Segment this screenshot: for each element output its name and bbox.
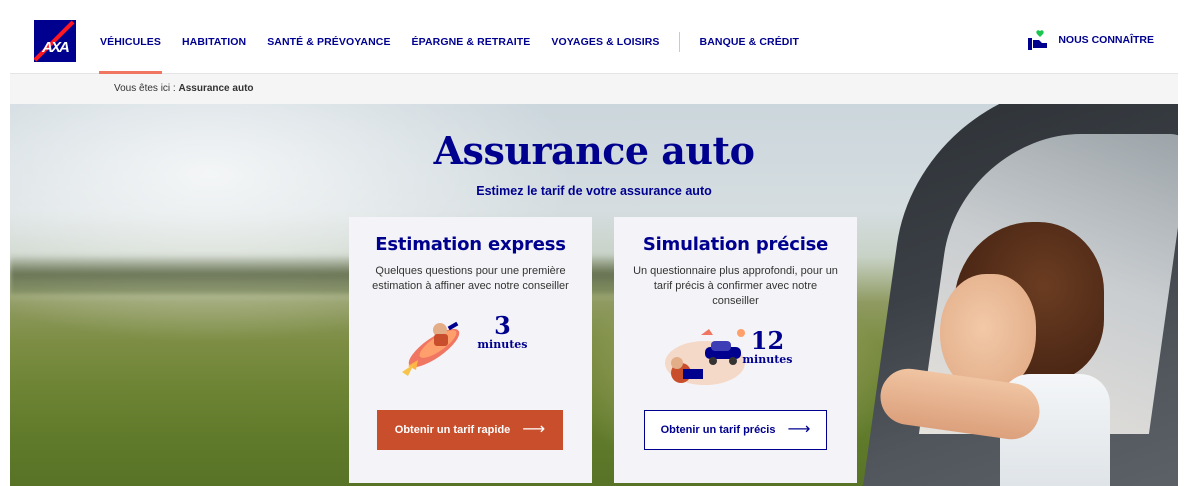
get-quick-quote-button[interactable]: Obtenir un tarif rapide ⟶ <box>377 410 563 450</box>
nav-item-vehicules[interactable]: VÉHICULES <box>99 33 162 74</box>
card-title: Simulation précise <box>642 234 829 255</box>
duration-number: 3 <box>494 311 511 340</box>
nav-item-sante-prevoyance[interactable]: SANTÉ & PRÉVOYANCE <box>267 33 390 51</box>
arrow-right-icon: ⟶ <box>787 421 811 438</box>
logo-text: AXA <box>42 39 70 56</box>
nav-divider <box>678 32 680 52</box>
card-visual: 12 minutes <box>661 323 811 393</box>
breadcrumb-prefix: Vous êtes ici : <box>114 83 179 94</box>
breadcrumb-current: Assurance auto <box>178 83 254 94</box>
main-nav: VÉHICULES HABITATION SANTÉ & PRÉVOYANCE … <box>99 32 820 74</box>
card-title: Estimation express <box>375 234 566 255</box>
axa-logo[interactable]: AXA <box>34 20 76 62</box>
arrow-right-icon: ⟶ <box>522 421 546 438</box>
button-label: Obtenir un tarif précis <box>660 424 776 436</box>
card-visual: 3 minutes <box>396 308 546 378</box>
duration-label: minutes <box>477 338 528 351</box>
duration-label: minutes <box>742 353 793 366</box>
nav-item-voyages-loisirs[interactable]: VOYAGES & LOISIRS <box>551 33 659 51</box>
nav-item-habitation[interactable]: HABITATION <box>182 33 246 51</box>
hand-heart-icon <box>1028 30 1048 50</box>
page-subtitle: Estimez le tarif de votre assurance auto <box>476 184 712 198</box>
rocket-rider-icon <box>401 321 459 376</box>
top-navigation: AXA VÉHICULES HABITATION SANTÉ & PRÉVOYA… <box>10 8 1178 74</box>
duration-badge: 12 minutes <box>742 329 792 367</box>
nous-connaitre-link[interactable]: NOUS CONNAÎTRE <box>1026 28 1154 52</box>
nav-item-epargne-retraite[interactable]: ÉPARGNE & RETRAITE <box>412 33 531 51</box>
nav-item-banque-credit[interactable]: BANQUE & CRÉDIT <box>700 33 800 51</box>
card-description: Un questionnaire plus approfondi, pour u… <box>633 265 838 307</box>
card-simulation-precise: Simulation précise Un questionnaire plus… <box>614 217 857 483</box>
get-precise-quote-button[interactable]: Obtenir un tarif précis ⟶ <box>644 410 827 450</box>
page-title: Assurance auto <box>433 128 755 173</box>
hero-section: Assurance auto Estimez le tarif de votre… <box>10 104 1178 486</box>
card-estimation-express: Estimation express Quelques questions po… <box>349 217 592 483</box>
button-label: Obtenir un tarif rapide <box>394 424 511 436</box>
card-description: Quelques questions pour une première est… <box>372 265 569 292</box>
nous-connaitre-label: NOUS CONNAÎTRE <box>1058 34 1154 46</box>
breadcrumb: Vous êtes ici : Assurance auto <box>10 74 1178 104</box>
duration-number: 12 <box>750 326 785 355</box>
duration-badge: 3 minutes <box>477 314 527 352</box>
